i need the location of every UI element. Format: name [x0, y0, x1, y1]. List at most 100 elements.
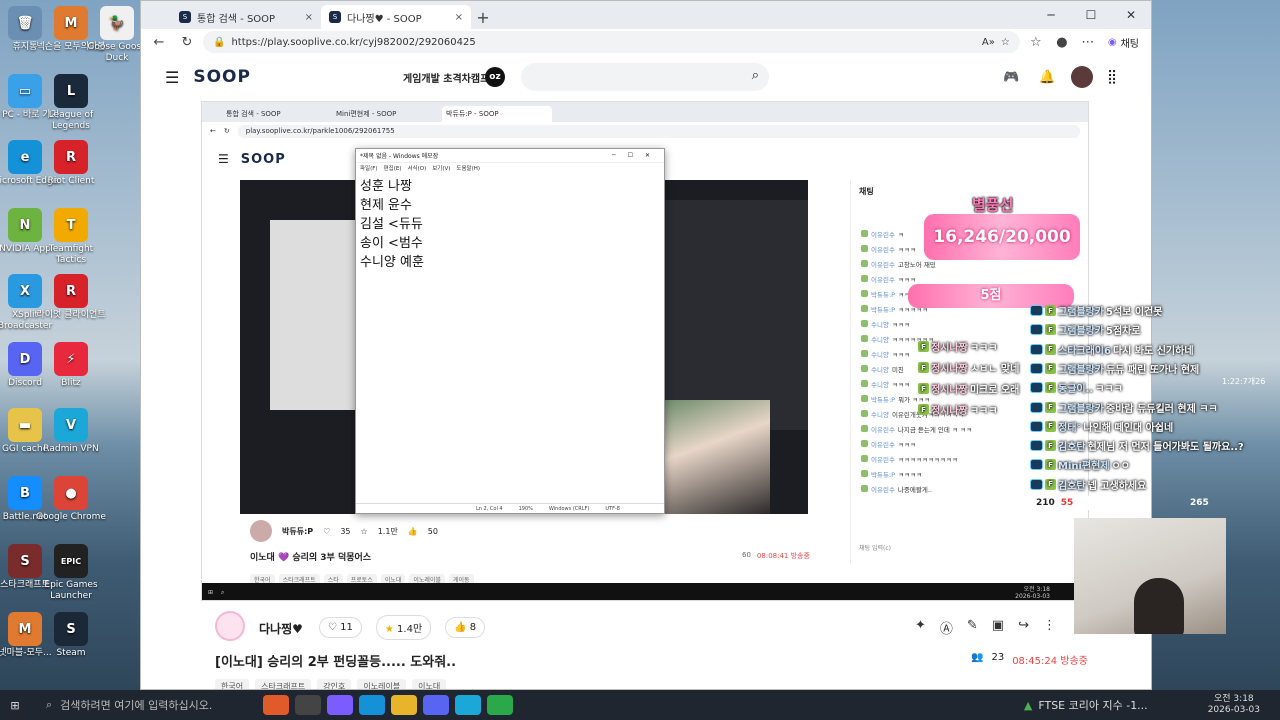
url-text: https://play.sooplive.co.kr/cyj982002/29…	[231, 36, 476, 48]
overlay-chat-message: 넵 고생하세요	[1087, 480, 1147, 492]
taskbar-search-text: 검색하려면 여기에 입력하십시오.	[60, 699, 213, 712]
favorites-icon[interactable]: ☆	[1024, 31, 1048, 53]
chat-message: 나중에봘게..	[897, 485, 932, 494]
close-icon[interactable]: ×	[305, 12, 313, 23]
tag[interactable]: 강인호	[317, 679, 352, 689]
back-button[interactable]: ←	[147, 31, 171, 53]
clock[interactable]: 오전 3:18 2026-03-03	[1208, 694, 1280, 716]
chat-row: 이유린수 나지금 듣는게 인데 ㅋ ㅋㅋ	[851, 421, 1050, 436]
app-icon: L	[54, 74, 88, 108]
chat-row: 이유린수 나중에봘게..	[851, 481, 1050, 496]
profile-icon[interactable]: ●	[1050, 31, 1074, 53]
tag[interactable]: 이노대	[412, 679, 447, 689]
window-controls: ─ ☐ ✕	[1031, 1, 1151, 29]
search-icon[interactable]: ⌕	[752, 68, 759, 83]
overlay-chat-nick: 그램블랑카	[1058, 403, 1104, 415]
explorer-icon[interactable]	[391, 695, 417, 715]
close-icon[interactable]: ×	[455, 12, 463, 23]
close-window-button[interactable]: ✕	[1111, 1, 1151, 29]
overlay-chat-message: 5석보 이건못	[1106, 307, 1163, 318]
notepad-line: 송이 <범수	[360, 236, 423, 251]
badge-icon	[861, 305, 868, 312]
inner-logo: SOOP	[240, 151, 286, 167]
streamer-name[interactable]: 다나찡♥	[259, 620, 303, 637]
tag[interactable]: 스타크래프트	[255, 679, 312, 689]
desktop-icon[interactable]: EPIC Epic Games Launcher	[36, 544, 106, 602]
soop-badge-icon	[1030, 305, 1043, 316]
overlay-chat-row: F 그램블랑카 5석보 이건못	[1030, 302, 1162, 319]
chat-nick: 이유린수	[871, 260, 895, 269]
favorite-button[interactable]: ★ 1.4만	[375, 615, 432, 640]
search-input[interactable]: ⌕	[521, 63, 769, 91]
desktop-icon[interactable]: S Steam	[36, 612, 106, 659]
app-icon: R	[54, 274, 88, 308]
desktop-icon[interactable]: ● Google Chrome	[36, 476, 106, 523]
copilot-icon[interactable]	[327, 695, 353, 715]
streamer-avatar[interactable]	[215, 611, 245, 641]
url-field[interactable]: 🔒 https://play.sooplive.co.kr/cyj982002/2…	[203, 31, 1020, 53]
notepad-text[interactable]: 성훈 나짱 현제 윤수 김설 <듀듀 송이 <범수 수니양 예훈	[356, 173, 664, 276]
discord-icon[interactable]	[423, 695, 449, 715]
desktop-icon[interactable]: R Riot Client	[36, 140, 106, 187]
more-icon[interactable]: ⋯	[1076, 31, 1100, 53]
edge-icon[interactable]	[359, 695, 385, 715]
side-time: 1:22:7개26	[1222, 377, 1266, 386]
f-app-icon[interactable]	[487, 695, 513, 715]
game-icon[interactable]: 🎮	[1003, 70, 1019, 85]
read-aloud-icon[interactable]: A»	[982, 37, 995, 48]
notepad-title-text: *제목 없음 - Windows 메모장	[360, 153, 439, 160]
badge-icon	[861, 395, 868, 402]
chat-nick: 수니양	[871, 335, 889, 344]
up-count: 8	[469, 622, 477, 633]
minimize-button[interactable]: ─	[1031, 1, 1071, 29]
avatar[interactable]	[1071, 66, 1093, 88]
desktop-icon[interactable]: R 라이엇 클라이언트	[36, 274, 106, 321]
new-tab-button[interactable]: +	[471, 5, 495, 29]
tag[interactable]: 한국어	[215, 679, 250, 689]
fan-badge-icon: F	[1045, 459, 1056, 471]
chat-nick: 박듀듀:P	[871, 305, 896, 314]
menu-icon[interactable]: ☰	[165, 68, 179, 87]
ad-icon[interactable]: Ⓐ	[940, 618, 953, 637]
stat-total: 265	[1190, 498, 1209, 508]
inner-streamer: 박듀듀:P	[282, 526, 314, 536]
banner-text[interactable]: 게임개발 초격차캠프	[403, 70, 489, 85]
gift-icon[interactable]: ▣	[992, 618, 1004, 637]
share-icon[interactable]: ↪	[1018, 618, 1029, 637]
chat-nick: 박듀듀:P	[871, 395, 896, 404]
windows-icon[interactable]: ⊞	[0, 699, 30, 712]
tag[interactable]: 이노레이블	[357, 679, 407, 689]
like-button[interactable]: ♡ 11	[319, 617, 362, 638]
thumb-icon: 👍	[407, 526, 418, 536]
pin-icon[interactable]: ✦	[915, 618, 926, 637]
more-icon[interactable]: ⋮	[1043, 618, 1056, 637]
campfire-icon[interactable]	[263, 695, 289, 715]
up-button[interactable]: 👍 8	[445, 617, 486, 638]
soop-logo[interactable]: SOOP	[193, 67, 251, 87]
desktop-icon[interactable]: L League of Legends	[36, 74, 106, 132]
windows-taskbar: ⊞ ⌕ 검색하려면 여기에 입력하십시오. ▲ FTSE 코리아 지수 -1... …	[0, 690, 1280, 720]
viewer-count: 23	[991, 652, 1005, 663]
copilot-chat-button[interactable]: ◉ 채팅	[1102, 35, 1145, 50]
reload-button[interactable]: ↻	[175, 31, 199, 53]
notepad-line: 성훈 나짱	[360, 179, 412, 194]
taskbar-search[interactable]: ⌕ 검색하려면 여기에 입력하십시오.	[30, 690, 260, 720]
desktop-icon[interactable]: ⚡ Blitz	[36, 342, 106, 389]
xsplit-icon[interactable]	[455, 695, 481, 715]
star-icon[interactable]: ☆	[1001, 37, 1010, 48]
task-view-icon[interactable]	[295, 695, 321, 715]
chat-message: ㅋㅋㅋ	[897, 275, 916, 284]
bell-icon[interactable]: 🔔	[1039, 70, 1055, 85]
app-icon: ●	[54, 476, 88, 510]
apps-icon[interactable]: ⣿	[1107, 69, 1117, 85]
tab-search[interactable]: S 통합 검색 - SOOP ×	[171, 5, 321, 29]
ticker[interactable]: ▲ FTSE 코리아 지수 -1...	[1024, 697, 1148, 713]
tab-dana[interactable]: S 다나찡♥ - SOOP ×	[321, 5, 471, 29]
edit-icon[interactable]: ✎	[967, 618, 978, 637]
notepad-window[interactable]: *제목 없음 - Windows 메모장 ─☐✕ 파일(F) 편집(E) 서식(O) 보…	[355, 148, 665, 514]
desktop-icon[interactable]: V Radmin VPN	[36, 408, 106, 455]
desktop-icon[interactable]: T Teamfight Tactics	[36, 208, 106, 266]
overlay-chat-message: ㅋㅋㅋ	[1095, 384, 1123, 396]
maximize-button[interactable]: ☐	[1071, 1, 1111, 29]
action-buttons: ♡ 11 ★ 1.4만 👍 8	[319, 615, 486, 640]
